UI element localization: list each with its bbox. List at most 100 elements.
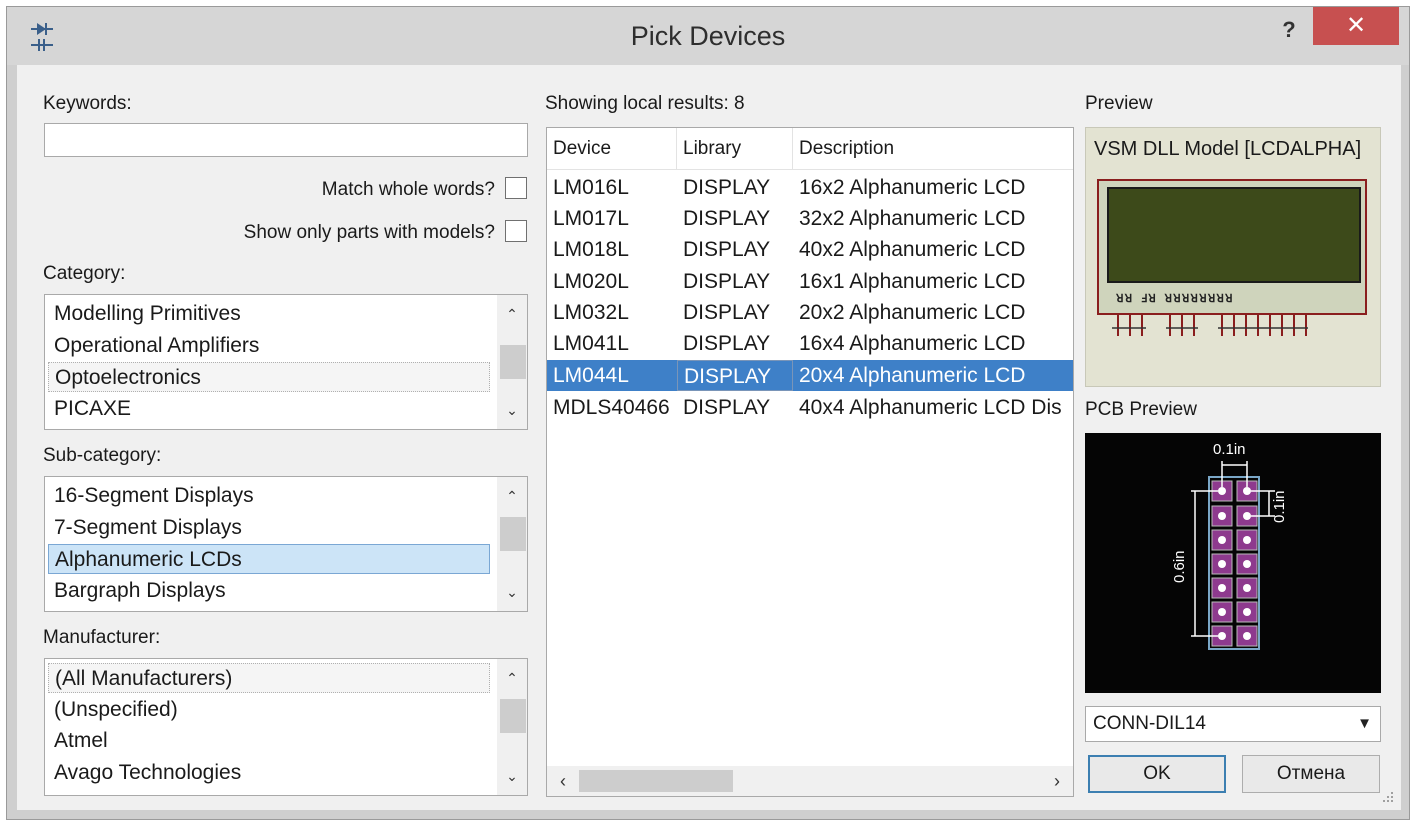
scroll-right-icon[interactable]: › <box>1043 766 1071 796</box>
table-row[interactable]: LM041L DISPLAY 16x4 Alphanumeric LCD <box>547 328 1073 359</box>
column-header-library[interactable]: Library <box>677 128 793 170</box>
table-row[interactable]: LM017L DISPLAY 32x2 Alphanumeric LCD <box>547 203 1073 234</box>
dialog-client-area: Keywords: Match whole words? Show only p… <box>17 65 1401 810</box>
results-status: Showing local results: 8 <box>545 93 745 114</box>
category-item[interactable]: PICAXE <box>48 394 490 424</box>
description-cell: 20x4 Alphanumeric LCD <box>799 364 1026 387</box>
results-table[interactable]: Device Library Description LM016L DISPLA… <box>546 127 1074 797</box>
device-cell: MDLS40466 <box>553 396 670 419</box>
show-only-models-label: Show only parts with models? <box>243 222 495 243</box>
table-row[interactable]: LM018L DISPLAY 40x2 Alphanumeric LCD <box>547 234 1073 265</box>
library-cell: DISPLAY <box>683 270 771 293</box>
description-cell: 16x4 Alphanumeric LCD <box>799 332 1026 355</box>
subcategory-scrollbar[interactable]: ⌃ ⌄ <box>497 477 527 611</box>
ok-button[interactable]: OK <box>1088 755 1226 793</box>
pcb-footprint-graphic <box>1191 461 1275 650</box>
scroll-up-icon[interactable]: ⌃ <box>497 665 527 691</box>
device-cell: LM020L <box>553 270 629 293</box>
device-cell: LM041L <box>553 332 629 355</box>
device-cell: LM032L <box>553 301 629 324</box>
pcb-width-dimension: 0.1in <box>1213 441 1246 458</box>
scroll-down-icon[interactable]: ⌄ <box>497 579 527 605</box>
device-cell: LM018L <box>553 238 629 261</box>
manufacturer-item[interactable]: Atmel <box>48 726 490 756</box>
pcb-pitch-dimension: 0.1in <box>1271 490 1288 523</box>
package-selected-value: CONN-DIL14 <box>1093 713 1206 734</box>
library-cell: DISPLAY <box>683 396 771 419</box>
scroll-thumb[interactable] <box>500 517 526 551</box>
category-label: Category: <box>43 263 126 284</box>
description-cell: 16x1 Alphanumeric LCD <box>799 270 1026 293</box>
manufacturer-listbox[interactable]: (All Manufacturers) (Unspecified) Atmel … <box>44 658 528 796</box>
keywords-input[interactable] <box>44 123 528 157</box>
description-cell: 16x2 Alphanumeric LCD <box>799 176 1026 199</box>
close-button[interactable]: ✕ <box>1313 7 1399 45</box>
description-cell: 32x2 Alphanumeric LCD <box>799 207 1026 230</box>
preview-label: Preview <box>1085 93 1153 114</box>
scroll-left-icon[interactable]: ‹ <box>549 766 577 796</box>
dropdown-arrow-icon[interactable]: ▼ <box>1357 707 1372 741</box>
library-cell: DISPLAY <box>683 238 771 261</box>
subcategory-label: Sub-category: <box>43 445 162 466</box>
pcb-preview: 0.1in 0.1in 0.6in <box>1085 433 1381 693</box>
subcategory-item-selected[interactable]: Alphanumeric LCDs <box>48 544 490 574</box>
subcategory-item[interactable]: 16-Segment Displays <box>48 481 490 511</box>
title-bar[interactable]: Pick Devices ? ✕ <box>7 7 1409 65</box>
cancel-button[interactable]: Отмена <box>1242 755 1380 793</box>
table-row-selected[interactable]: LM044L DISPLAY 20x4 Alphanumeric LCD <box>547 360 1073 391</box>
scroll-thumb[interactable] <box>579 770 733 792</box>
description-cell: 20x2 Alphanumeric LCD <box>799 301 1026 324</box>
column-header-device[interactable]: Device <box>547 128 677 170</box>
match-whole-words-label: Match whole words? <box>321 179 495 200</box>
manufacturer-item-selected[interactable]: (All Manufacturers) <box>48 663 490 693</box>
table-row[interactable]: LM016L DISPLAY 16x2 Alphanumeric LCD <box>547 172 1073 203</box>
category-listbox[interactable]: Modelling Primitives Operational Amplifi… <box>44 294 528 430</box>
column-header-description[interactable]: Description <box>793 128 1073 170</box>
scroll-down-icon[interactable]: ⌄ <box>497 763 527 789</box>
window-title: Pick Devices <box>630 21 786 51</box>
description-cell: 40x2 Alphanumeric LCD <box>799 238 1026 261</box>
library-cell: DISPLAY <box>683 332 771 355</box>
table-row[interactable]: MDLS40466 DISPLAY 40x4 Alphanumeric LCD … <box>547 392 1073 423</box>
results-header: Device Library Description <box>547 128 1073 170</box>
show-only-models-checkbox[interactable] <box>505 220 527 242</box>
category-item[interactable]: Modelling Primitives <box>48 299 490 329</box>
schematic-preview: VSM DLL Model [LCDALPHA] ꓤꓤ ꓞꓤ ꓤꓤꓤꓤꓤꓤꓤꓤ <box>1085 127 1381 387</box>
subcategory-item[interactable]: 7-Segment Displays <box>48 513 490 543</box>
package-select[interactable]: CONN-DIL14 ▼ <box>1085 706 1381 742</box>
category-item[interactable]: Operational Amplifiers <box>48 331 490 361</box>
scroll-thumb[interactable] <box>500 345 526 379</box>
resize-grip-icon[interactable] <box>1381 790 1395 804</box>
scroll-up-icon[interactable]: ⌃ <box>497 301 527 327</box>
subcategory-listbox[interactable]: 16-Segment Displays 7-Segment Displays A… <box>44 476 528 612</box>
device-cell: LM016L <box>553 176 629 199</box>
pick-devices-window: Pick Devices ? ✕ Keywords: Match whole w… <box>6 6 1410 820</box>
results-horizontal-scrollbar[interactable]: ‹ › <box>547 766 1073 796</box>
pcb-height-dimension: 0.6in <box>1171 550 1188 583</box>
help-button[interactable]: ? <box>1269 13 1309 47</box>
table-row[interactable]: LM020L DISPLAY 16x1 Alphanumeric LCD <box>547 266 1073 297</box>
manufacturer-item[interactable]: Avago Technologies <box>48 758 490 788</box>
scroll-thumb[interactable] <box>500 699 526 733</box>
manufacturer-item[interactable]: (Unspecified) <box>48 695 490 725</box>
pcb-preview-label: PCB Preview <box>1085 399 1197 420</box>
manufacturer-label: Manufacturer: <box>43 627 161 648</box>
library-cell: DISPLAY <box>683 176 771 199</box>
scroll-up-icon[interactable]: ⌃ <box>497 483 527 509</box>
keywords-label: Keywords: <box>43 93 132 114</box>
library-cell: DISPLAY <box>677 360 793 391</box>
library-cell: DISPLAY <box>683 301 771 324</box>
lcd-pin-labels: ꓤꓤ ꓞꓤ ꓤꓤꓤꓤꓤꓤꓤꓤ <box>1116 292 1234 305</box>
library-cell: DISPLAY <box>683 207 771 230</box>
subcategory-item[interactable]: Bargraph Displays <box>48 576 490 606</box>
device-cell: LM017L <box>553 207 629 230</box>
category-item-selected[interactable]: Optoelectronics <box>48 362 490 392</box>
manufacturer-scrollbar[interactable]: ⌃ ⌄ <box>497 659 527 795</box>
match-whole-words-checkbox[interactable] <box>505 177 527 199</box>
description-cell: 40x4 Alphanumeric LCD Dis <box>799 396 1062 419</box>
device-cell: LM044L <box>553 364 629 387</box>
lcd-component-graphic <box>1097 179 1367 336</box>
table-row[interactable]: LM032L DISPLAY 20x2 Alphanumeric LCD <box>547 297 1073 328</box>
scroll-down-icon[interactable]: ⌄ <box>497 397 527 423</box>
category-scrollbar[interactable]: ⌃ ⌄ <box>497 295 527 429</box>
